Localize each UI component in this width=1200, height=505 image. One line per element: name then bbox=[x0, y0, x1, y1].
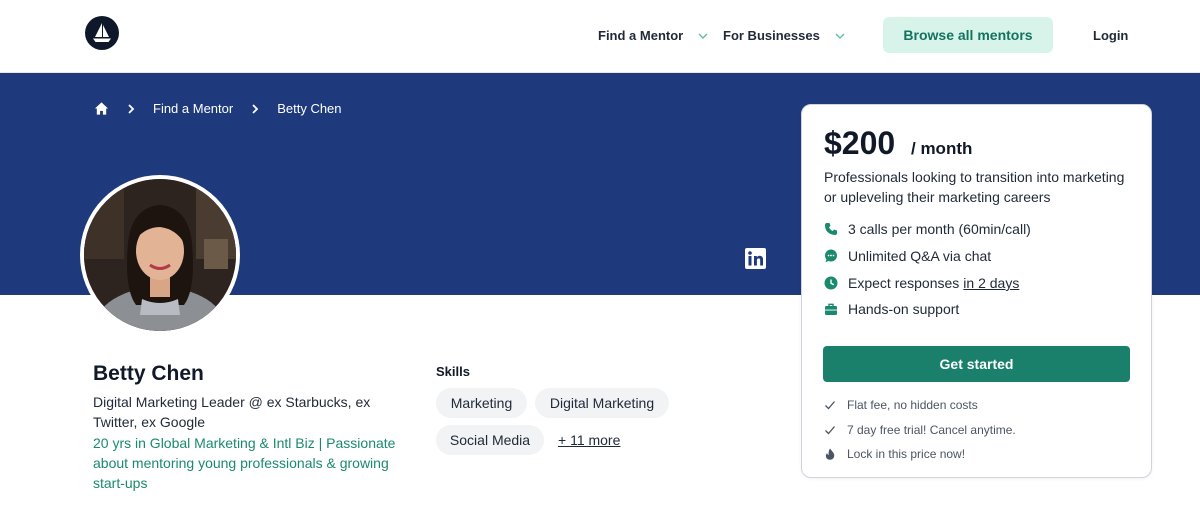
pricing-card: $200 / month Professionals looking to tr… bbox=[801, 104, 1152, 478]
note-free-trial: 7 day free trial! Cancel anytime. bbox=[824, 423, 1016, 437]
linkedin-icon[interactable] bbox=[745, 248, 766, 269]
get-started-button[interactable]: Get started bbox=[823, 346, 1130, 382]
chevron-right-icon bbox=[128, 103, 135, 114]
note-lock-price: Lock in this price now! bbox=[824, 447, 965, 461]
nav-find-a-mentor-label: Find a Mentor bbox=[598, 28, 684, 43]
breadcrumb: Find a Mentor Betty Chen bbox=[94, 101, 342, 116]
skills-heading: Skills bbox=[436, 364, 470, 379]
check-icon bbox=[825, 401, 835, 410]
clock-icon bbox=[824, 276, 838, 290]
mentor-name: Betty Chen bbox=[93, 362, 204, 385]
top-navigation: Find a Mentor For Businesses Browse all … bbox=[0, 0, 1200, 73]
chevron-down-icon bbox=[835, 33, 845, 39]
feature-calls: 3 calls per month (60min/call) bbox=[824, 221, 1031, 237]
response-time-link[interactable]: in 2 days bbox=[963, 275, 1019, 291]
sailboat-logo-icon[interactable] bbox=[85, 16, 119, 50]
breadcrumb-find-a-mentor[interactable]: Find a Mentor bbox=[153, 101, 233, 116]
check-icon bbox=[825, 426, 835, 435]
note-flat-fee-text: Flat fee, no hidden costs bbox=[847, 398, 978, 412]
note-lock-price-text: Lock in this price now! bbox=[847, 447, 966, 461]
price-period: / month bbox=[911, 139, 973, 158]
note-flat-fee: Flat fee, no hidden costs bbox=[824, 398, 978, 412]
skill-chip[interactable]: Digital Marketing bbox=[535, 388, 669, 418]
phone-icon bbox=[825, 223, 837, 235]
feature-response-text: Expect responses bbox=[848, 275, 960, 291]
more-skills-link[interactable]: + 11 more bbox=[558, 432, 620, 448]
briefcase-icon bbox=[825, 303, 837, 315]
price: $200 bbox=[824, 125, 896, 161]
browse-all-mentors-button[interactable]: Browse all mentors bbox=[883, 17, 1053, 53]
fire-icon bbox=[825, 448, 835, 460]
feature-chat-text: Unlimited Q&A via chat bbox=[848, 248, 992, 264]
avatar bbox=[80, 175, 240, 335]
mentor-title: Digital Marketing Leader @ ex Starbucks,… bbox=[93, 394, 371, 430]
mentor-bio: 20 yrs in Global Marketing & Intl Biz | … bbox=[93, 435, 396, 491]
breadcrumb-current: Betty Chen bbox=[277, 101, 342, 116]
feature-support: Hands-on support bbox=[824, 301, 959, 317]
skill-chip[interactable]: Social Media bbox=[436, 425, 544, 455]
home-icon[interactable] bbox=[94, 101, 109, 116]
mentor-profile-page: Find a Mentor For Businesses Browse all … bbox=[0, 0, 1200, 505]
feature-support-text: Hands-on support bbox=[848, 301, 960, 317]
skill-chip[interactable]: Marketing bbox=[436, 388, 527, 418]
plan-description: Professionals looking to transition into… bbox=[824, 169, 1125, 205]
chevron-right-icon bbox=[252, 103, 259, 114]
login-link[interactable]: Login bbox=[1093, 28, 1128, 43]
chat-icon bbox=[825, 249, 837, 263]
feature-calls-text: 3 calls per month (60min/call) bbox=[848, 221, 1031, 237]
chevron-down-icon bbox=[698, 33, 708, 39]
feature-response-time: Expect responses in 2 days bbox=[824, 275, 1019, 291]
nav-find-a-mentor[interactable]: Find a Mentor bbox=[598, 28, 709, 43]
nav-for-businesses[interactable]: For Businesses bbox=[723, 28, 846, 43]
note-free-trial-text: 7 day free trial! Cancel anytime. bbox=[847, 423, 1016, 437]
nav-for-businesses-label: For Businesses bbox=[723, 28, 820, 43]
feature-chat: Unlimited Q&A via chat bbox=[824, 248, 991, 264]
